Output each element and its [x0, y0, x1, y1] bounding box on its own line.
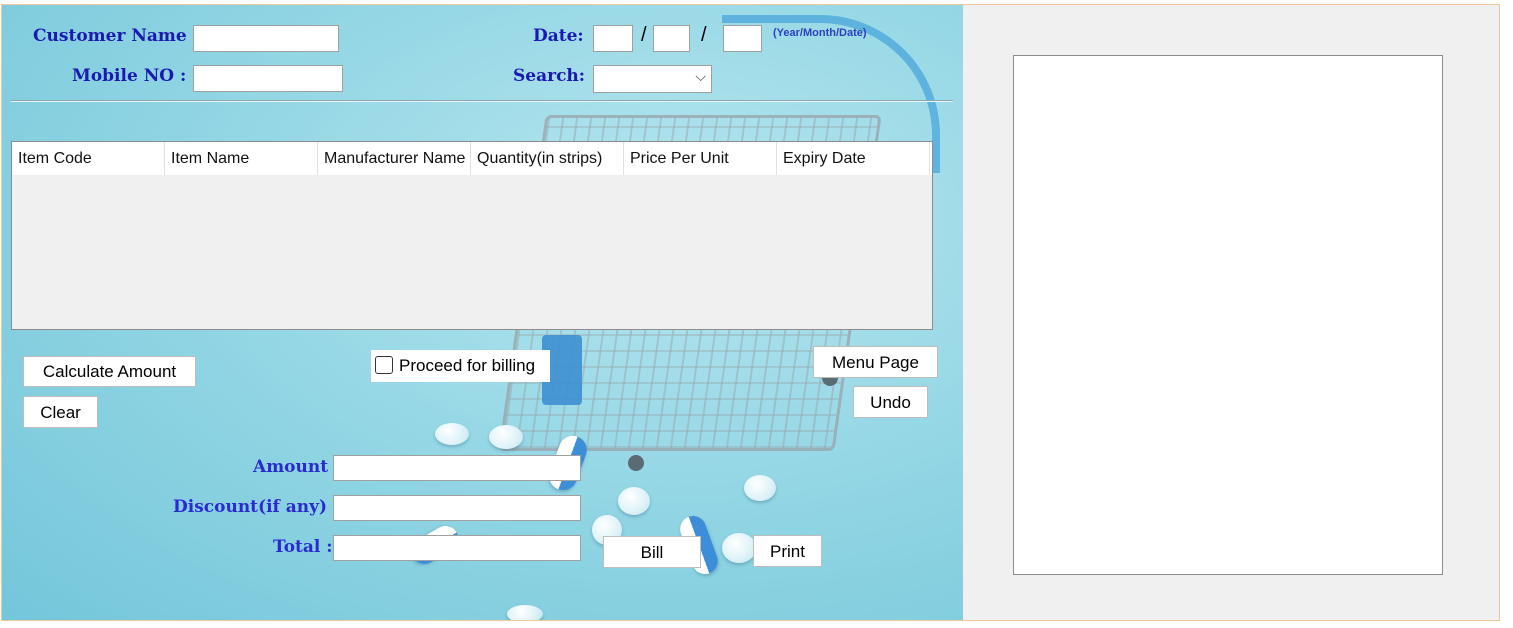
- undo-button[interactable]: Undo: [853, 386, 928, 418]
- proceed-billing-checkbox[interactable]: [375, 356, 393, 374]
- date-day-input[interactable]: [723, 25, 762, 52]
- pill-graphic: [435, 423, 469, 445]
- column-header-price[interactable]: Price Per Unit: [624, 142, 777, 175]
- print-button[interactable]: Print: [753, 535, 822, 567]
- proceed-billing-checkbox-row[interactable]: Proceed for billing: [371, 350, 550, 382]
- column-header-item-code[interactable]: Item Code: [12, 142, 165, 175]
- pill-graphic: [489, 425, 523, 449]
- pill-graphic: [744, 475, 776, 501]
- search-dropdown[interactable]: ⌵: [593, 65, 712, 93]
- cart-wheel-icon: [628, 455, 644, 471]
- date-year-input[interactable]: [593, 25, 633, 52]
- customer-name-label: Customer Name :: [33, 26, 199, 46]
- menu-page-button[interactable]: Menu Page: [813, 346, 938, 378]
- pill-graphic: [722, 533, 756, 563]
- customer-name-input[interactable]: [193, 25, 339, 52]
- amount-label: Amount :: [253, 457, 341, 477]
- items-table[interactable]: Item Code Item Name Manufacturer Name Qu…: [11, 141, 933, 330]
- bill-preview-panel: [963, 5, 1499, 620]
- proceed-billing-label: Proceed for billing: [399, 356, 536, 375]
- mobile-number-input[interactable]: [193, 65, 343, 92]
- date-separator: /: [641, 24, 647, 46]
- total-input[interactable]: [333, 535, 581, 561]
- date-format-hint: (Year/Month/Date): [773, 27, 867, 39]
- discount-label: Discount(if any) :: [173, 497, 340, 517]
- date-label: Date:: [533, 26, 584, 46]
- pill-graphic: [618, 487, 650, 515]
- column-header-quantity[interactable]: Quantity(in strips): [471, 142, 624, 175]
- chevron-down-icon: ⌵: [695, 68, 706, 84]
- column-header-manufacturer[interactable]: Manufacturer Name: [318, 142, 471, 175]
- calculate-amount-button[interactable]: Calculate Amount: [23, 356, 196, 387]
- discount-input[interactable]: [333, 495, 581, 521]
- column-header-item-name[interactable]: Item Name: [165, 142, 318, 175]
- total-label: Total :: [273, 537, 333, 557]
- bill-button[interactable]: Bill: [603, 536, 701, 568]
- pill-graphic: [507, 605, 543, 620]
- table-header: Item Code Item Name Manufacturer Name Qu…: [12, 142, 932, 175]
- search-label: Search:: [513, 66, 586, 86]
- header-divider: [11, 100, 953, 102]
- mobile-number-label: Mobile NO :: [72, 66, 187, 86]
- date-month-input[interactable]: [653, 25, 690, 52]
- date-separator: /: [701, 24, 707, 46]
- clear-button[interactable]: Clear: [23, 396, 98, 428]
- column-header-expiry[interactable]: Expiry Date: [777, 142, 930, 175]
- bill-preview-box[interactable]: [1013, 55, 1443, 575]
- amount-input[interactable]: [333, 455, 581, 481]
